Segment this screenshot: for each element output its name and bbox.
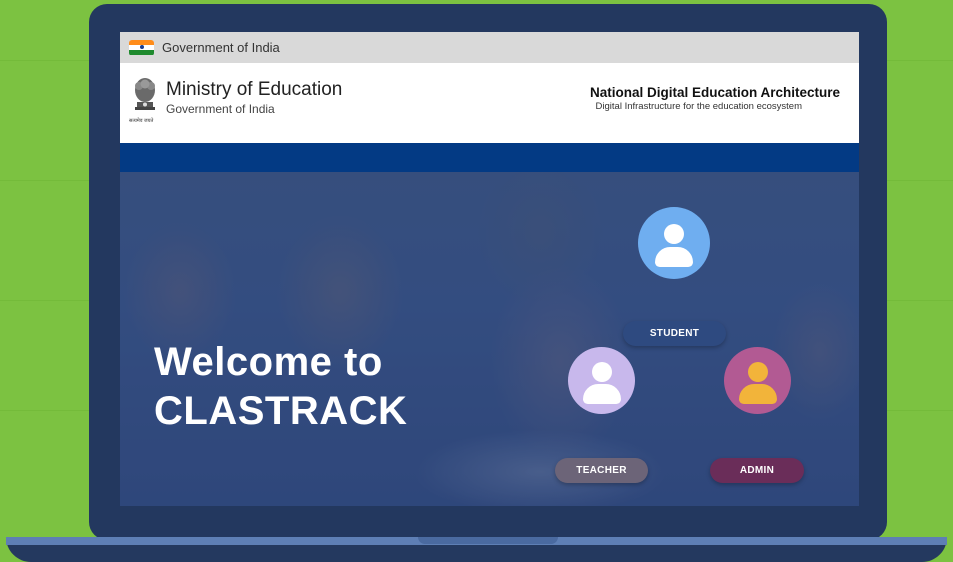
emblem-caption: सत्यमेव जयते [129, 118, 154, 124]
government-bar-label: Government of India [162, 40, 280, 55]
teacher-button[interactable]: TEACHER [555, 458, 648, 483]
site-header: सत्यमेव जयते Ministry of Education Gover… [120, 63, 859, 143]
ministry-title: Ministry of Education [166, 79, 343, 100]
welcome-line-2: CLASTRACK [154, 389, 408, 433]
nde-subtitle: Digital Infrastructure for the education… [595, 101, 802, 112]
ministry-subtitle: Government of India [166, 102, 275, 116]
welcome-line-1: Welcome to [154, 340, 383, 384]
nav-strip [120, 143, 859, 172]
nde-title: National Digital Education Architecture [589, 85, 840, 100]
india-flag-icon [129, 39, 154, 56]
laptop-notch [418, 537, 558, 544]
admin-button[interactable]: ADMIN [710, 458, 804, 483]
student-button[interactable]: STUDENT [623, 321, 726, 346]
admin-avatar-icon[interactable] [724, 347, 791, 414]
welcome-heading: Welcome to CLASTRACK [154, 338, 407, 436]
laptop-screen: Government of India सत्यमेव जयते Ministr… [120, 32, 859, 506]
student-avatar-icon[interactable] [638, 207, 710, 279]
national-emblem-icon [135, 78, 155, 110]
government-bar: Government of India [120, 32, 859, 63]
hero-banner: Welcome to CLASTRACK STUDENT TEACHER ADM… [120, 172, 859, 506]
teacher-avatar-icon[interactable] [568, 347, 635, 414]
